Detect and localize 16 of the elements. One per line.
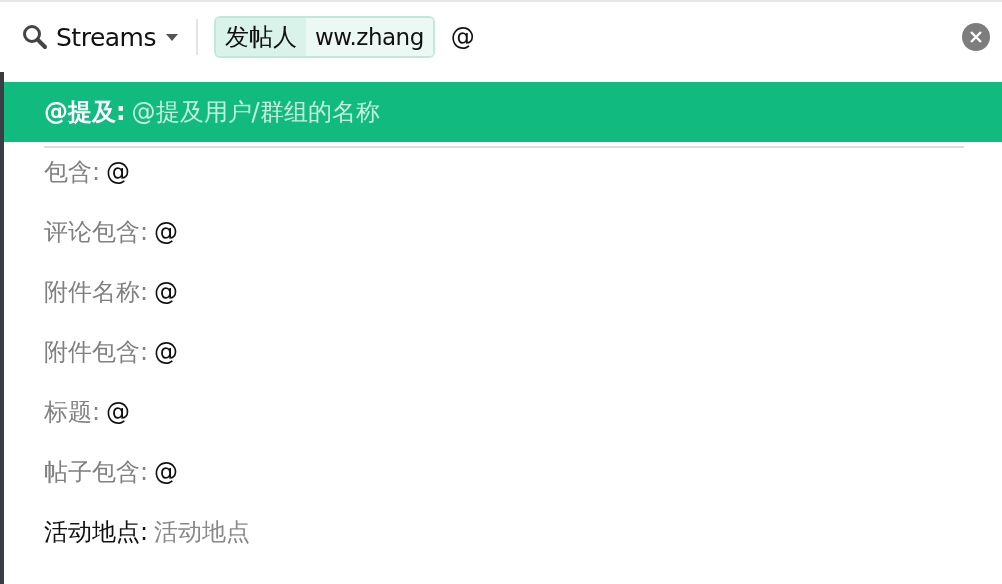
- caret-icon: [166, 33, 178, 41]
- suggestion-item[interactable]: 附件包含: @: [4, 322, 1002, 382]
- suggestion-item[interactable]: 帖子包含: @: [4, 442, 1002, 502]
- suggestion-item[interactable]: 标题: @: [4, 382, 1002, 442]
- search-field[interactable]: @: [446, 23, 962, 51]
- suggestion-item[interactable]: 活动地点: 活动地点: [4, 502, 1002, 562]
- close-icon: [969, 30, 983, 44]
- clear-button[interactable]: [962, 23, 990, 51]
- suggestion-item[interactable]: 附件名称: @: [4, 262, 1002, 322]
- scope-dropdown[interactable]: Streams: [22, 22, 178, 52]
- suggestion-item[interactable]: 包含: @: [4, 142, 1002, 202]
- search-icon: [22, 24, 48, 50]
- chip-key: 发帖人: [216, 18, 306, 56]
- filter-chip[interactable]: 发帖人 ww.zhang: [214, 16, 435, 58]
- chip-value: ww.zhang: [306, 18, 433, 56]
- suggestion-item[interactable]: 评论包含: @: [4, 202, 1002, 262]
